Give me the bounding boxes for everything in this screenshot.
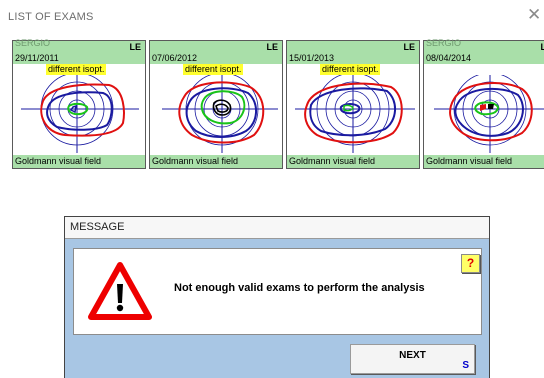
exam-card-header: 07/06/2012 LE xyxy=(150,41,282,64)
dialog-title: MESSAGE xyxy=(65,217,489,239)
exam-eye: LE xyxy=(129,42,141,52)
visual-field-plot xyxy=(295,75,415,153)
message-dialog: MESSAGE Not enough valid exams to perfor… xyxy=(64,216,490,378)
visual-field-plot xyxy=(162,75,278,153)
exam-eye: LE xyxy=(540,42,544,52)
exam-type: Goldmann visual field xyxy=(424,155,544,168)
help-button[interactable]: ? xyxy=(461,254,480,273)
exam-date: 08/04/2014 xyxy=(426,53,472,63)
exam-badge: different isopt. xyxy=(183,64,244,75)
visual-field-plot xyxy=(21,75,139,153)
exam-type: Goldmann visual field xyxy=(150,155,282,168)
visual-field-plot xyxy=(434,75,544,153)
exam-eye: LE xyxy=(266,42,278,52)
warning-icon xyxy=(88,260,152,324)
exam-card-header: SERGIO 08/04/2014 LE xyxy=(424,38,544,64)
exam-card[interactable]: SERGIO 29/11/2011 LE different isopt. Go… xyxy=(12,38,146,169)
message-panel: Not enough valid exams to perform the an… xyxy=(73,248,482,335)
exam-date: 07/06/2012 xyxy=(152,53,198,63)
exam-type: Goldmann visual field xyxy=(287,155,419,168)
exam-badge: different isopt. xyxy=(320,64,381,75)
exam-badge: different isopt. xyxy=(46,64,107,75)
close-icon[interactable]: ✕ xyxy=(527,5,541,25)
next-shortcut-key: S xyxy=(462,360,469,371)
exam-patient-name: SERGIO xyxy=(15,38,51,48)
exam-card[interactable]: 15/01/2013 LE different isopt. Goldmann … xyxy=(286,40,420,169)
exam-card[interactable]: SERGIO 08/04/2014 LE Goldmann visual fie… xyxy=(423,38,544,169)
next-button[interactable]: NEXT S xyxy=(350,344,475,374)
exam-patient-name: SERGIO xyxy=(426,38,462,48)
next-button-label: NEXT xyxy=(399,350,426,361)
exam-card-header: 15/01/2013 LE xyxy=(287,41,419,64)
exam-card[interactable]: 07/06/2012 LE different isopt. Goldmann … xyxy=(149,40,283,169)
message-text: Not enough valid exams to perform the an… xyxy=(174,282,425,294)
exam-eye: LE xyxy=(403,42,415,52)
exam-type: Goldmann visual field xyxy=(13,155,145,168)
window-title: LIST OF EXAMS xyxy=(8,11,94,23)
exam-date: 15/01/2013 xyxy=(289,53,335,63)
exam-date: 29/11/2011 xyxy=(15,53,59,63)
exam-card-header: SERGIO 29/11/2011 LE xyxy=(13,38,145,64)
